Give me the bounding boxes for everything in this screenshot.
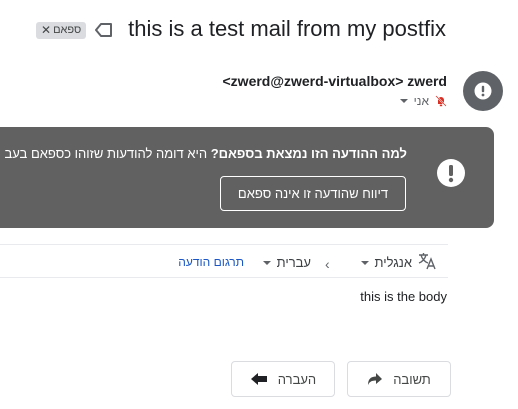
chevron-down-icon [360,260,369,265]
message-body: this is the body [360,289,447,304]
translate-icon [418,253,436,270]
spam-label-text: ספאם [53,24,82,36]
chevron-down-icon[interactable] [399,99,408,103]
recipient-label: אני [413,94,429,108]
alert-circle-icon [437,159,465,187]
divider [0,244,448,245]
email-subject: this is a test mail from my postfix [128,16,446,41]
sender-name: <zwerd@zwerd-virtualbox> zwerd [222,73,448,89]
source-language-label: אנגלית [374,255,412,270]
target-language-select[interactable]: עברית [262,255,311,270]
remove-label-icon[interactable]: ✕ [41,22,51,39]
chevron-left-icon: ‹ [325,256,330,272]
spam-warning-text: למה ההודעה הזו נמצאת בספאם? היא דומה להו… [4,146,407,161]
divider [0,277,448,278]
target-language-label: עברית [276,255,311,270]
recipient-row[interactable]: אני [399,94,447,108]
spam-warning-question: למה ההודעה הזו נמצאת בספאם? [210,146,407,161]
alert-circle-icon [474,82,492,100]
bell-off-icon [435,95,447,107]
translate-message-link[interactable]: תרגום הודעה [178,255,244,269]
label-arrow-icon[interactable] [95,22,113,38]
reply-arrow-icon [368,373,383,385]
spam-warning-banner: למה ההודעה הזו נמצאת בספאם? היא דומה להו… [0,127,494,228]
reply-label: תשובה [393,371,431,387]
forward-button[interactable]: העברה [231,361,335,397]
forward-arrow-icon [250,373,267,385]
sender-avatar[interactable] [463,71,503,111]
reply-button[interactable]: תשובה [347,361,451,397]
spam-label-chip: ✕ ספאם [36,22,87,39]
spam-warning-explanation: היא דומה להודעות שזוהו כספאם בעב [4,146,208,161]
chevron-down-icon [262,260,271,265]
source-language-select[interactable]: אנגלית [360,255,412,270]
forward-label: העברה [277,371,317,387]
report-not-spam-button[interactable]: דיווח שהודעה זו אינה ספאם [220,176,406,211]
